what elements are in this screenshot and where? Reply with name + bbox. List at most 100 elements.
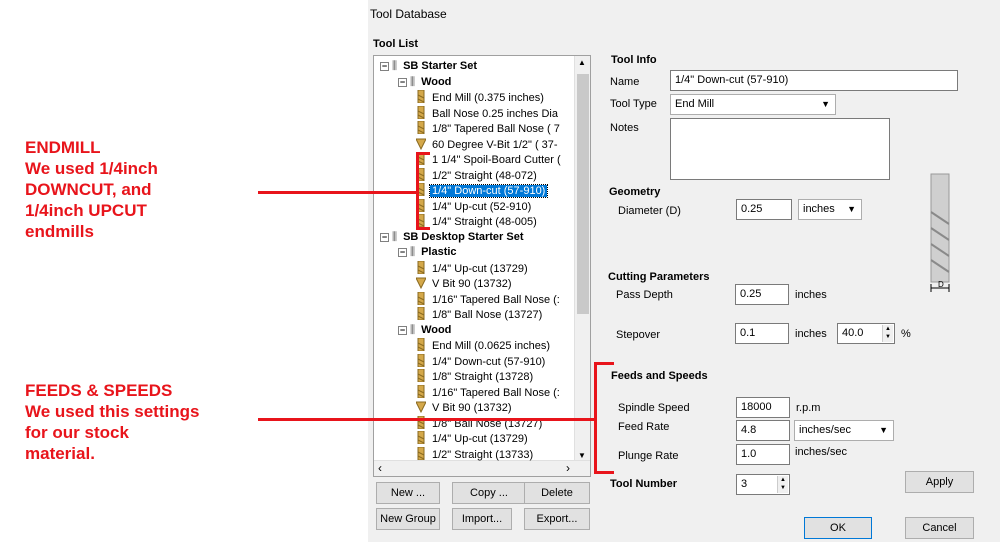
- delete-button[interactable]: Delete: [524, 482, 590, 504]
- tree-item[interactable]: 1/16" Tapered Ball Nose (:: [416, 291, 562, 307]
- feed-rate-label: Feed Rate: [618, 421, 670, 433]
- tool-tree[interactable]: ▲ ▼ ‹ › − ⫼ SB Starter Set − ⫼ Wood End Mill (…: [373, 55, 591, 477]
- endmill-icon: [416, 337, 426, 352]
- geometry-header: Geometry: [609, 186, 661, 198]
- feeds-annotation: FEEDS & SPEEDS We used this settings for…: [25, 380, 265, 464]
- tree-item-label: 1/8" Tapered Ball Nose ( 7: [432, 123, 560, 135]
- tree-item[interactable]: 60 Degree V-Bit 1/2" ( 37-: [415, 137, 560, 152]
- scroll-up-icon[interactable]: ▲: [578, 58, 586, 67]
- expand-collapse-icon[interactable]: −: [380, 232, 389, 242]
- endmill-pointer-line: [258, 191, 418, 194]
- feed-rate-unit-value: inches/sec: [799, 424, 851, 436]
- tool-number-label: Tool Number: [610, 478, 678, 490]
- tree-item[interactable]: V Bit 90 (13732): [415, 276, 514, 291]
- new-button[interactable]: New ...: [376, 482, 440, 504]
- chevron-down-icon: ▼: [821, 99, 830, 109]
- tree-item-label: 1/4" Up-cut (52-910): [432, 200, 532, 213]
- tree-item-label: 60 Degree V-Bit 1/2" ( 37-: [432, 138, 558, 151]
- tree-item-label: End Mill (0.375 inches): [432, 92, 544, 104]
- plunge-rate-field[interactable]: 1.0: [736, 444, 790, 465]
- spindle-speed-label: Spindle Speed: [618, 402, 690, 414]
- tree-group[interactable]: − ⫼ Wood: [398, 75, 453, 90]
- tool-number-field[interactable]: 3 ▲ ▼: [736, 474, 790, 495]
- annotation-line: endmills: [25, 222, 94, 241]
- tool-info-header: Tool Info: [611, 54, 657, 66]
- spindle-speed-field[interactable]: 18000: [736, 397, 790, 418]
- annotation-line: ENDMILL: [25, 138, 101, 157]
- tree-item[interactable]: End Mill (0.0625 inches): [416, 337, 552, 353]
- scroll-left-icon[interactable]: ‹: [378, 461, 382, 475]
- tree-item-label: 1/8" Ball Nose (13727): [432, 309, 543, 321]
- expand-collapse-icon[interactable]: −: [398, 77, 407, 87]
- pass-depth-unit: inches: [795, 289, 827, 301]
- tree-item[interactable]: 1/4" Down-cut (57-910): [416, 353, 547, 369]
- feeds-bracket-bottom: [594, 471, 614, 474]
- cutting-parameters-header: Cutting Parameters: [608, 271, 710, 283]
- tree-item[interactable]: 1/2" Straight (48-072): [416, 167, 539, 183]
- tree-item[interactable]: V Bit 90 (13732): [415, 400, 514, 415]
- percent-sign: %: [901, 328, 911, 340]
- tree-item[interactable]: 1/8" Tapered Ball Nose ( 7: [416, 120, 562, 136]
- notes-field[interactable]: [670, 118, 890, 180]
- tree-item[interactable]: Ball Nose 0.25 inches Dia: [416, 105, 560, 121]
- chevron-down-icon: ▼: [847, 204, 856, 214]
- annotation-line: We used 1/4inch: [25, 159, 158, 178]
- tree-group[interactable]: − ⫼ Plastic: [398, 245, 459, 260]
- tree-group[interactable]: − ⫼ SB Desktop Starter Set: [380, 230, 526, 245]
- tree-item-label: 1/16" Tapered Ball Nose (:: [432, 293, 560, 306]
- tree-item[interactable]: 1/8" Straight (13728): [416, 368, 535, 384]
- tree-item[interactable]: 1/8" Ball Nose (13727): [416, 306, 544, 322]
- tree-item[interactable]: 1 1/4" Spoil-Board Cutter (: [416, 151, 563, 167]
- stepover-percent-field[interactable]: 40.0 ▲ ▼: [837, 323, 895, 344]
- tool-group-icon: ⫼: [410, 323, 416, 336]
- annotation-line: We used this settings: [25, 402, 200, 421]
- tree-group[interactable]: − ⫼ Wood: [398, 323, 453, 338]
- scroll-right-icon[interactable]: ›: [566, 461, 570, 475]
- diameter-field[interactable]: 0.25: [736, 199, 792, 220]
- endmill-annotation: ENDMILL We used 1/4inch DOWNCUT, and 1/4…: [25, 137, 255, 242]
- plunge-rate-label: Plunge Rate: [618, 450, 679, 462]
- tool-database-dialog: Tool Database Tool List ▲ ▼ ‹ › − ⫼ SB Sta…: [368, 0, 1000, 542]
- spinner-icon[interactable]: ▲ ▼: [777, 476, 788, 493]
- diameter-unit-select[interactable]: inches ▼: [798, 199, 862, 220]
- tree-item[interactable]: 1/4" Down-cut (57-910): [416, 182, 549, 198]
- stepover-unit: inches: [795, 328, 827, 340]
- tool-type-select[interactable]: End Mill ▼: [670, 94, 836, 115]
- tree-item[interactable]: 1/16" Tapered Ball Nose (:: [416, 384, 562, 400]
- scroll-thumb[interactable]: [577, 74, 589, 314]
- expand-collapse-icon[interactable]: −: [380, 62, 389, 71]
- endmill-icon: [416, 120, 426, 135]
- tree-item[interactable]: 1/4" Up-cut (13729): [416, 430, 530, 446]
- name-field[interactable]: 1/4" Down-cut (57-910): [670, 70, 958, 91]
- stepover-field[interactable]: 0.1: [735, 323, 789, 344]
- ok-button[interactable]: OK: [804, 517, 872, 539]
- tree-item[interactable]: 1/4" Up-cut (52-910): [416, 198, 533, 214]
- new-group-button[interactable]: New Group: [376, 508, 440, 530]
- annotation-line: 1/4inch UPCUT: [25, 201, 147, 220]
- tree-item[interactable]: 1/4" Straight (48-005): [416, 213, 539, 229]
- copy-button[interactable]: Copy ...: [452, 482, 526, 504]
- tree-item[interactable]: 1/4" Up-cut (13729): [416, 260, 530, 276]
- scroll-down-icon[interactable]: ▼: [578, 451, 586, 460]
- horizontal-scrollbar[interactable]: ‹ ›: [374, 460, 590, 476]
- export-button[interactable]: Export...: [524, 508, 590, 530]
- diameter-diagram-label: D: [938, 280, 944, 289]
- tree-item[interactable]: 1/2" Straight (13733): [416, 446, 535, 462]
- tree-item-label: Plastic: [421, 246, 457, 258]
- feed-rate-unit-select[interactable]: inches/sec ▼: [794, 420, 894, 441]
- tool-type-label: Tool Type: [610, 98, 657, 110]
- vertical-scrollbar[interactable]: ▲ ▼: [574, 56, 590, 462]
- annotation-line: DOWNCUT, and: [25, 180, 152, 199]
- import-button[interactable]: Import...: [452, 508, 512, 530]
- spinner-icon[interactable]: ▲ ▼: [882, 325, 893, 342]
- stepover-percent-value: 40.0: [842, 327, 864, 339]
- tree-item[interactable]: End Mill (0.375 inches): [416, 89, 546, 105]
- pass-depth-field[interactable]: 0.25: [735, 284, 789, 305]
- expand-collapse-icon[interactable]: −: [398, 325, 407, 335]
- feed-rate-field[interactable]: 4.8: [736, 420, 790, 441]
- apply-button[interactable]: Apply: [905, 471, 974, 493]
- tree-item-label: Wood: [421, 75, 452, 88]
- cancel-button[interactable]: Cancel: [905, 517, 974, 539]
- tree-group[interactable]: − ⫼ SB Starter Set: [380, 59, 479, 74]
- expand-collapse-icon[interactable]: −: [398, 248, 407, 257]
